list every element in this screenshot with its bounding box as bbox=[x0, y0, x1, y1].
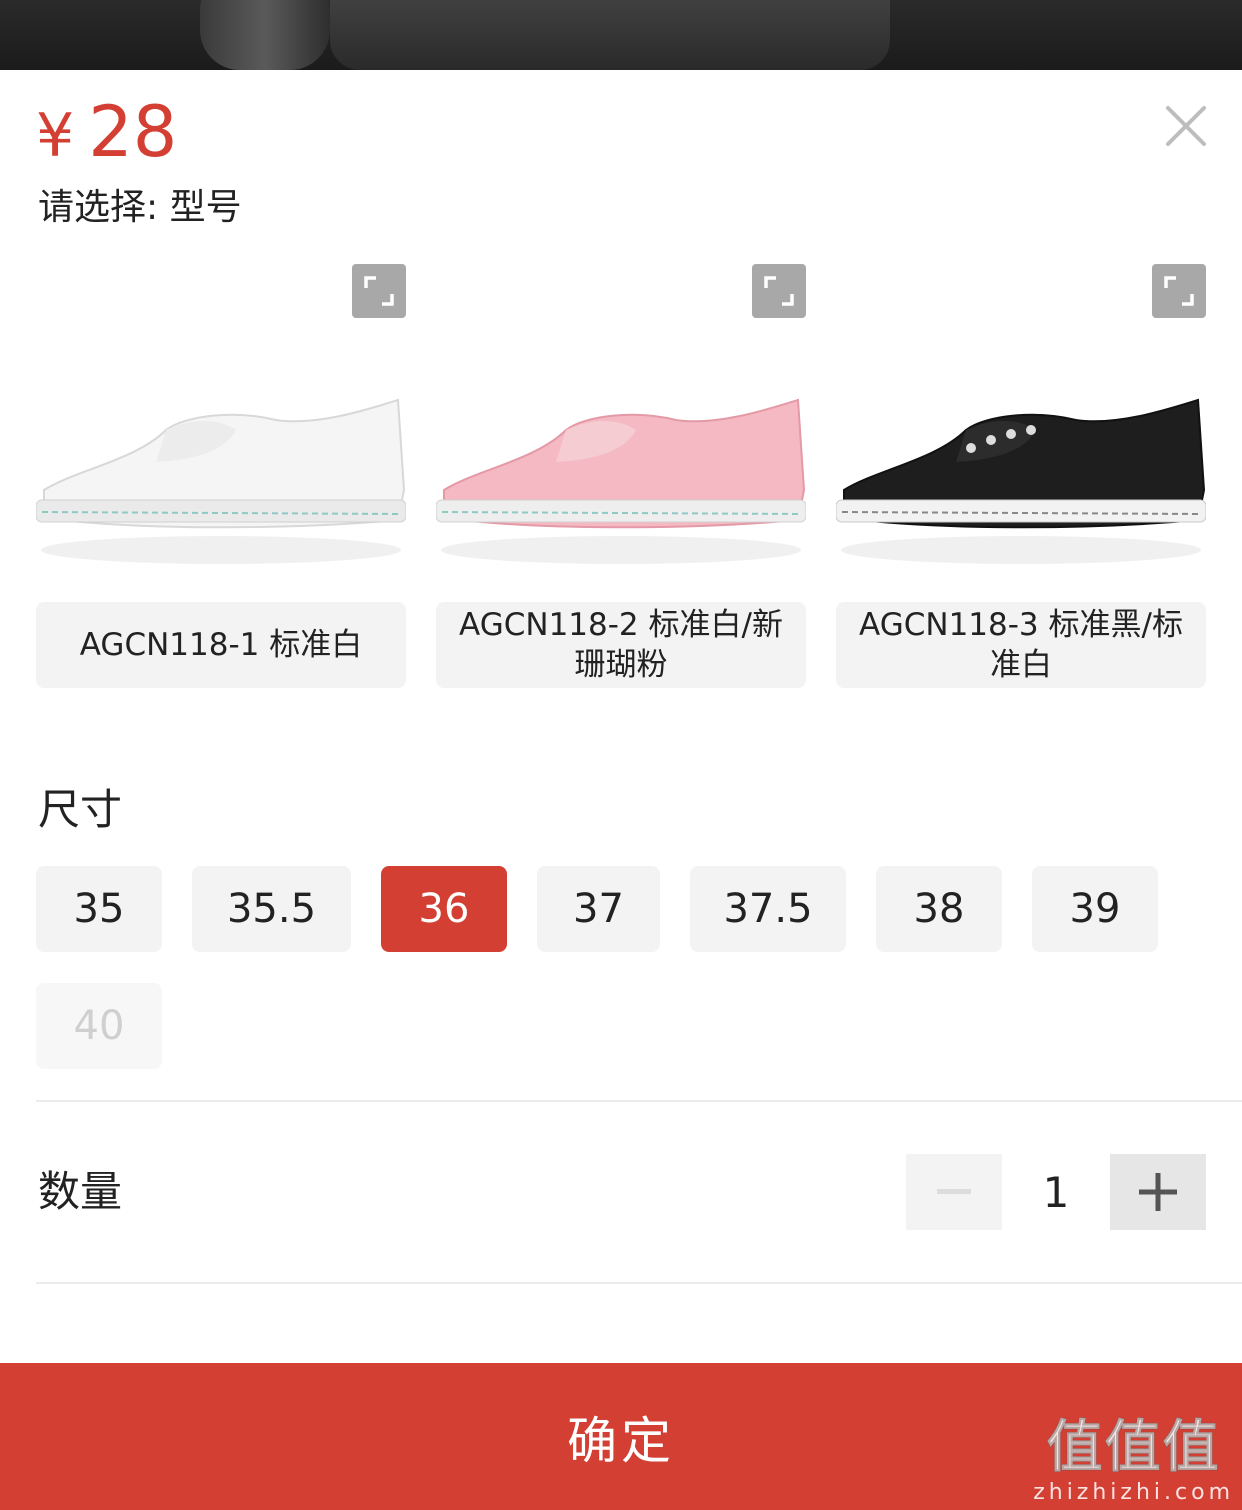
price: ¥28 bbox=[36, 92, 177, 176]
watermark-site: zhizhizhi.com bbox=[1033, 1480, 1234, 1505]
confirm-label: 确定 bbox=[567, 1411, 675, 1470]
confirm-button[interactable]: 确定 值值值 zhizhizhi.com bbox=[0, 1363, 1242, 1510]
divider bbox=[36, 1100, 1242, 1102]
close-icon bbox=[1166, 106, 1206, 146]
size-option-38[interactable]: 38 bbox=[876, 866, 1002, 952]
close-button[interactable] bbox=[1160, 100, 1212, 152]
shoe-image-pink bbox=[435, 390, 807, 580]
divider bbox=[36, 1282, 1242, 1284]
size-option-37-5[interactable]: 37.5 bbox=[690, 866, 846, 952]
model-label: AGCN118-2 标准白/新珊瑚粉 bbox=[436, 602, 806, 688]
size-option-37[interactable]: 37 bbox=[537, 866, 660, 952]
size-option-40-disabled: 40 bbox=[36, 983, 162, 1069]
expand-icon bbox=[364, 276, 394, 306]
backdrop-jeans-cuff bbox=[330, 0, 890, 70]
model-option-2[interactable]: AGCN118-2 标准白/新珊瑚粉 bbox=[435, 260, 807, 690]
currency-symbol: ¥ bbox=[36, 101, 75, 171]
model-options: AGCN118-1 标准白 AGCN118-2 标准白/新珊瑚粉 AGCN118… bbox=[35, 260, 1207, 690]
watermark-logo: 值值值 bbox=[1046, 1415, 1221, 1480]
expand-icon bbox=[764, 276, 794, 306]
quantity-decrease-button[interactable] bbox=[906, 1154, 1002, 1230]
model-label: AGCN118-1 标准白 bbox=[36, 602, 406, 688]
plus-icon bbox=[1139, 1173, 1177, 1211]
backdrop-leg bbox=[200, 0, 330, 70]
quantity-value[interactable]: 1 bbox=[1002, 1154, 1110, 1230]
selection-prompt: 请选择: 型号 bbox=[38, 187, 242, 228]
shoe-image-white bbox=[35, 390, 407, 580]
shoe-image-black bbox=[835, 390, 1207, 580]
price-value: 28 bbox=[88, 91, 178, 173]
site-watermark: 值值值 zhizhizhi.com bbox=[1033, 1415, 1234, 1506]
size-option-39[interactable]: 39 bbox=[1032, 866, 1158, 952]
expand-button[interactable] bbox=[752, 264, 806, 318]
model-label: AGCN118-3 标准黑/标准白 bbox=[836, 602, 1206, 688]
sku-selection-sheet: ¥28 请选择: 型号 AGCN118-1 标准白 AGCN118-2 标准白/… bbox=[0, 70, 1242, 1510]
size-option-35[interactable]: 35 bbox=[36, 866, 162, 952]
minus-icon bbox=[937, 1189, 971, 1194]
size-section-title: 尺寸 bbox=[38, 785, 123, 834]
model-option-1[interactable]: AGCN118-1 标准白 bbox=[35, 260, 407, 690]
expand-button[interactable] bbox=[1152, 264, 1206, 318]
expand-button[interactable] bbox=[352, 264, 406, 318]
size-option-35-5[interactable]: 35.5 bbox=[192, 866, 351, 952]
expand-icon bbox=[1164, 276, 1194, 306]
quantity-increase-button[interactable] bbox=[1110, 1154, 1206, 1230]
quantity-title: 数量 bbox=[38, 1167, 123, 1216]
model-option-3[interactable]: AGCN118-3 标准黑/标准白 bbox=[835, 260, 1207, 690]
size-option-36-selected[interactable]: 36 bbox=[381, 866, 507, 952]
product-photo-backdrop bbox=[0, 0, 1242, 70]
